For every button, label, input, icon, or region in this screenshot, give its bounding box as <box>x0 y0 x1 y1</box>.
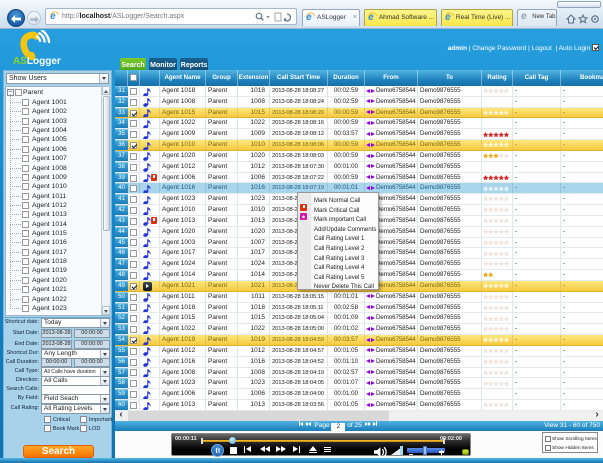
svg-text:e: e <box>521 11 527 20</box>
